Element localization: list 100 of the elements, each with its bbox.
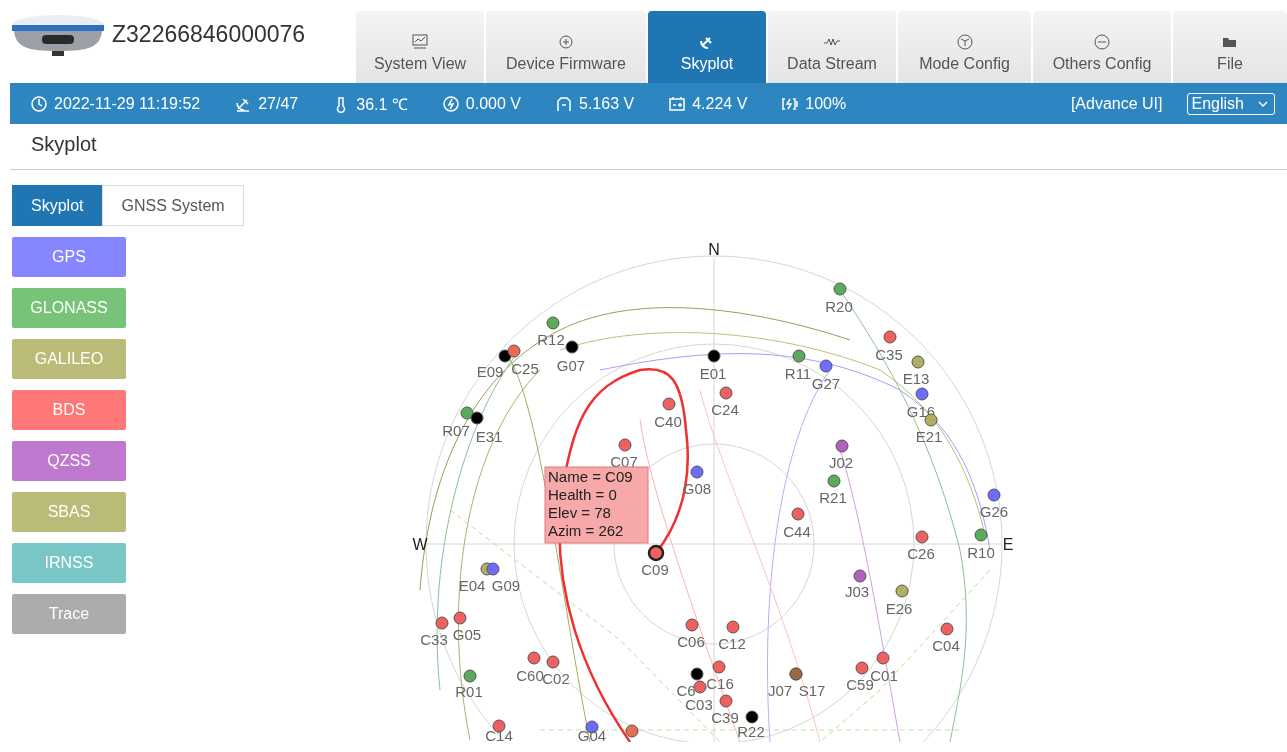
satellite-label: R22 bbox=[737, 723, 765, 740]
satellite-label: C09 bbox=[641, 561, 669, 578]
satellite-label: J03 bbox=[844, 583, 870, 600]
satellite-dot[interactable] bbox=[486, 562, 500, 576]
satellite-dot[interactable] bbox=[833, 282, 847, 296]
plug-icon bbox=[555, 94, 573, 113]
satellite-dot[interactable] bbox=[719, 386, 733, 400]
compass-label: W bbox=[412, 536, 428, 553]
constellation-button[interactable]: SBAS bbox=[12, 492, 126, 532]
satellite-label: E13 bbox=[902, 370, 930, 387]
satellite-dot[interactable] bbox=[546, 655, 560, 669]
satellite-dot[interactable] bbox=[565, 340, 579, 354]
satellite-dot[interactable] bbox=[690, 667, 704, 681]
satellite-dot[interactable] bbox=[546, 316, 560, 330]
satellite-label: E04 bbox=[458, 577, 486, 594]
satellite-dot[interactable] bbox=[792, 349, 806, 363]
satellite-dot[interactable] bbox=[618, 438, 632, 452]
nav-tab[interactable]: Others Config bbox=[1033, 11, 1171, 83]
satellite-dot[interactable] bbox=[470, 411, 484, 425]
satellite-label: C24 bbox=[711, 401, 739, 418]
satellite-dot[interactable] bbox=[895, 584, 909, 598]
advance-ui-link[interactable]: [Advance UI] bbox=[1070, 94, 1163, 113]
view-tab[interactable]: GNSS System bbox=[102, 185, 244, 226]
satellite-dot[interactable] bbox=[463, 669, 477, 683]
nav-tab[interactable]: Data Stream bbox=[768, 11, 896, 83]
satellite-dot[interactable] bbox=[915, 530, 929, 544]
constellation-button[interactable]: GLONASS bbox=[12, 288, 126, 328]
status-text: 2022-11-29 11:19:52 bbox=[54, 94, 201, 113]
nav-tab[interactable]: Device Firmware bbox=[486, 11, 646, 83]
chip-icon bbox=[557, 33, 575, 51]
constellation-button[interactable]: GALILEO bbox=[12, 339, 126, 379]
constellation-button[interactable]: Trace bbox=[12, 594, 126, 634]
satellite-dot[interactable] bbox=[719, 694, 733, 708]
satellite-dot[interactable] bbox=[974, 528, 988, 542]
constellation-button[interactable]: BDS bbox=[12, 390, 126, 430]
nav-tab[interactable]: System View bbox=[356, 11, 484, 83]
gauge-icon bbox=[441, 94, 460, 113]
tooltip-line: Azim = 262 bbox=[548, 522, 624, 539]
satellite-dot[interactable] bbox=[662, 397, 676, 411]
cube-icon bbox=[955, 33, 974, 51]
satellite-dot[interactable] bbox=[835, 439, 849, 453]
satellite-label: C16 bbox=[706, 675, 734, 692]
constellation-button[interactable]: GPS bbox=[12, 237, 126, 277]
constellation-button[interactable]: QZSS bbox=[12, 441, 126, 481]
satellite-dot[interactable] bbox=[647, 544, 665, 562]
satellite-label: C25 bbox=[511, 360, 539, 377]
satellite-dot[interactable] bbox=[915, 387, 929, 401]
view-tab[interactable]: Skyplot bbox=[12, 185, 103, 226]
satellite-dot[interactable] bbox=[791, 507, 805, 521]
satellite-dot[interactable] bbox=[707, 349, 721, 363]
satellite-dot[interactable] bbox=[685, 618, 699, 632]
clock-icon bbox=[30, 94, 48, 113]
satellite-dot[interactable] bbox=[819, 359, 833, 373]
compass-label: E bbox=[1002, 536, 1014, 553]
compass-label: N bbox=[708, 241, 720, 258]
satellite-label: R11 bbox=[784, 365, 812, 382]
nav-tab[interactable]: Skyplot bbox=[648, 11, 766, 83]
satellite-label: R12 bbox=[537, 331, 565, 348]
satellite-dot[interactable] bbox=[690, 465, 704, 479]
satellite-dot[interactable] bbox=[940, 622, 954, 636]
satellite-dot[interactable] bbox=[855, 661, 869, 675]
language-select[interactable]: English bbox=[1186, 92, 1275, 115]
satellite-label: E21 bbox=[915, 428, 943, 445]
satellite-dot[interactable] bbox=[827, 474, 841, 488]
status-text: 4.224 V bbox=[692, 94, 748, 113]
satellite-label: R01 bbox=[455, 683, 483, 700]
status-text: 0.000 V bbox=[465, 94, 521, 113]
satellite-dot[interactable] bbox=[911, 355, 925, 369]
satellite-dot[interactable] bbox=[745, 710, 759, 724]
satellite-label: G26 bbox=[979, 503, 1009, 520]
satellite-label: C40 bbox=[654, 413, 682, 430]
satellite-dot[interactable] bbox=[492, 719, 506, 733]
satellite-label: G09 bbox=[491, 577, 521, 594]
satellite-label: C39 bbox=[711, 709, 739, 726]
satellite-dot[interactable] bbox=[527, 651, 541, 665]
satellite-dot[interactable] bbox=[507, 344, 521, 358]
monitor-chart-icon bbox=[411, 33, 429, 51]
satellite-dot[interactable] bbox=[460, 406, 474, 420]
satellite-label: E09 bbox=[476, 363, 504, 380]
satellite-dot[interactable] bbox=[726, 620, 740, 634]
satellite-label: G27 bbox=[811, 375, 841, 392]
satellite-dot[interactable] bbox=[435, 616, 449, 630]
satellite-dot[interactable] bbox=[498, 349, 512, 363]
satellite-dot[interactable] bbox=[712, 660, 726, 674]
satellite-dot[interactable] bbox=[876, 651, 890, 665]
satellite-dot[interactable] bbox=[853, 569, 867, 583]
satellite-dot[interactable] bbox=[883, 330, 897, 344]
status-text: 27/47 bbox=[258, 94, 299, 113]
satellite-dot[interactable] bbox=[625, 724, 639, 738]
satellite-label: R20 bbox=[825, 298, 853, 315]
nav-tab[interactable]: File bbox=[1173, 11, 1287, 83]
satellite-dot[interactable] bbox=[693, 680, 707, 694]
satellite-dot[interactable] bbox=[453, 611, 467, 625]
satellite-label: S17 bbox=[798, 682, 826, 699]
satellite-label: E26 bbox=[885, 600, 913, 617]
nav-tab[interactable]: Mode Config bbox=[898, 11, 1031, 83]
tooltip-line: Health = 0 bbox=[548, 486, 617, 503]
satellite-label: C60 bbox=[516, 667, 544, 684]
satellite-dot[interactable] bbox=[987, 488, 1001, 502]
tooltip-line: Name = C09 bbox=[548, 468, 633, 485]
